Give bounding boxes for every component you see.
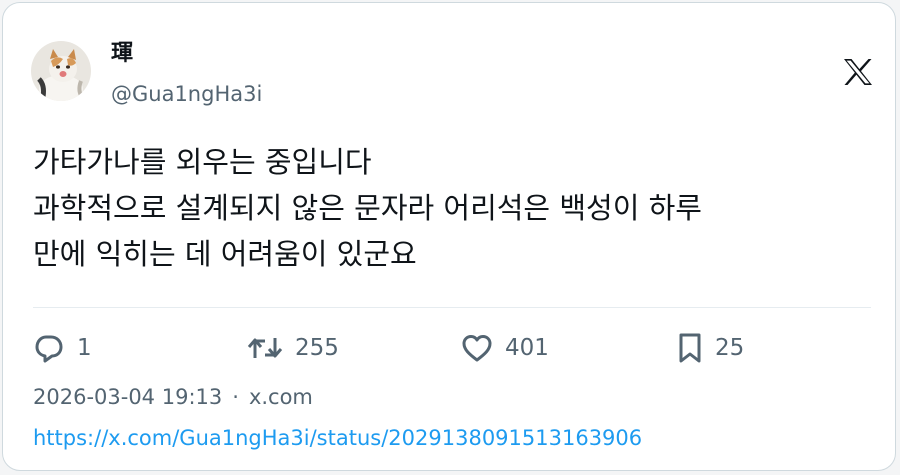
- retweet-icon: [247, 338, 283, 358]
- tweet-line: 과학적으로 설계되지 않은 문자라 어리석은 백성이 하루: [33, 191, 702, 225]
- tweet-url-link[interactable]: https://x.com/Gua1ngHa3i/status/20291380…: [33, 424, 642, 452]
- timestamp[interactable]: 2026-03-04 19:13: [33, 385, 222, 409]
- bookmark-count: 25: [715, 335, 745, 361]
- like-count: 401: [505, 335, 549, 361]
- reply-icon: [35, 335, 63, 363]
- tweet-meta: 2026-03-04 19:13 · x.com: [33, 383, 313, 411]
- divider: [33, 307, 871, 308]
- meta-separator: ·: [232, 385, 239, 409]
- source-domain[interactable]: x.com: [249, 385, 313, 409]
- bookmark-button[interactable]: 25: [677, 331, 744, 365]
- tweet-line: 가타가나를 외우는 중입니다: [33, 145, 372, 179]
- like-button[interactable]: 401: [461, 331, 549, 365]
- bookmark-icon: [679, 333, 701, 363]
- retweet-count: 255: [295, 335, 339, 361]
- author-display-name[interactable]: 琿: [111, 41, 133, 67]
- avatar[interactable]: [31, 41, 91, 101]
- reply-count: 1: [77, 335, 92, 361]
- x-logo-icon[interactable]: [843, 58, 873, 86]
- author-handle[interactable]: @Gua1ngHa3i: [111, 81, 262, 107]
- tweet-card: 琿 @Gua1ngHa3i 가타가나를 외우는 중입니다 과학적으로 설계되지 …: [2, 2, 896, 471]
- reply-button[interactable]: 1: [33, 331, 92, 365]
- retweet-button[interactable]: 255: [247, 331, 339, 365]
- heart-icon: [462, 335, 492, 362]
- tweet-line: 만에 익히는 데 어려움이 있군요: [33, 237, 417, 271]
- cat-photo-avatar: [31, 41, 91, 101]
- tweet-text: 가타가나를 외우는 중입니다 과학적으로 설계되지 않은 문자라 어리석은 백성…: [33, 139, 873, 277]
